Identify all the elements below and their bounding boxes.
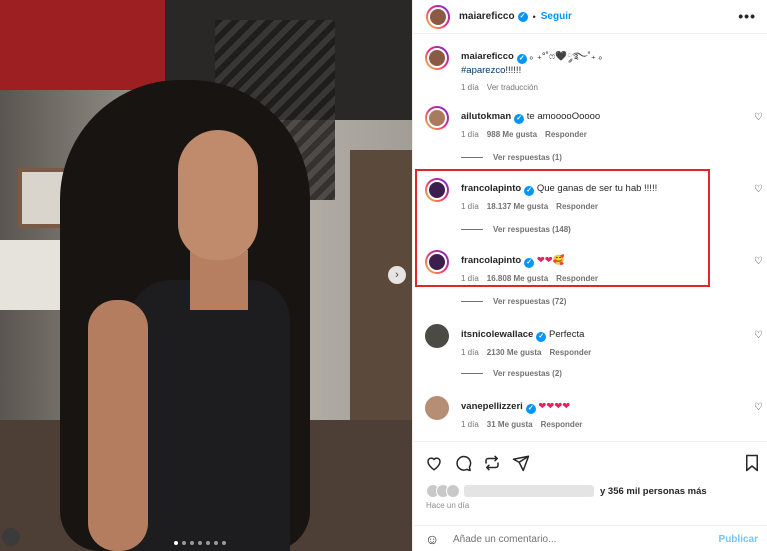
publish-button[interactable]: Publicar <box>719 534 758 545</box>
more-options-icon[interactable]: ••• <box>738 8 756 24</box>
comment-time: 1 día <box>461 348 479 357</box>
commenter-avatar[interactable] <box>425 324 449 348</box>
follow-button[interactable]: Seguir <box>541 11 572 22</box>
comment-like-heart-icon[interactable]: ♡ <box>754 256 763 267</box>
comment-icon[interactable] <box>454 454 472 472</box>
comment-text: ❤❤❤❤ <box>538 401 571 412</box>
heart-icon[interactable] <box>425 454 443 472</box>
carousel-dot <box>174 541 178 545</box>
view-replies-button[interactable]: Ver respuestas (2) <box>461 369 562 378</box>
black-top <box>130 280 290 551</box>
view-replies-button[interactable]: Ver respuestas (1) <box>461 153 562 162</box>
verified-badge-icon: ✓ <box>516 54 527 64</box>
carousel-dot <box>182 541 186 545</box>
author-username[interactable]: maiareficco <box>459 11 515 22</box>
author-avatar[interactable] <box>426 4 450 29</box>
commenter-username[interactable]: ailutokman <box>461 111 511 122</box>
carousel-dot <box>190 541 194 545</box>
commenter-username[interactable]: vanepellizzeri <box>461 401 523 412</box>
carousel-next-button[interactable]: › <box>388 266 406 284</box>
emoji-icon[interactable]: ☺ <box>425 531 445 547</box>
red-wall <box>0 0 165 90</box>
comment-input[interactable] <box>453 533 703 545</box>
commenter-avatar[interactable] <box>425 106 449 130</box>
post-actions: y 356 mil personas más Hace un día ☺ Pub… <box>413 441 767 551</box>
post-photo[interactable]: › <box>0 0 412 551</box>
separator-dot: • <box>532 11 536 22</box>
carousel-dot <box>198 541 202 545</box>
likes-summary[interactable]: y 356 mil personas más <box>426 484 707 498</box>
caption-time: 1 día <box>461 83 479 92</box>
reply-button[interactable]: Responder <box>545 130 587 139</box>
verified-badge-icon: ✓ <box>525 404 536 414</box>
comment-composer: ☺ Publicar <box>413 525 767 551</box>
commenter-avatar[interactable] <box>425 396 449 420</box>
comment-text: te amooooOoooo <box>526 111 601 122</box>
caption-avatar[interactable] <box>425 46 449 70</box>
verified-badge-icon: ✓ <box>536 332 547 342</box>
comment-time: 1 día <box>461 130 479 139</box>
hashtag-suffix: !!!!!! <box>505 65 522 76</box>
reply-button[interactable]: Responder <box>550 348 592 357</box>
send-icon[interactable] <box>512 454 530 472</box>
caption-username[interactable]: maiareficco <box>461 51 514 62</box>
caption-text: ｡ ₊°˚ෆ🖤༘࿐˚₊ ｡ <box>529 51 604 62</box>
comment-text: Perfecta <box>548 329 585 340</box>
carousel-dot <box>206 541 210 545</box>
verified-badge-icon: ✓ <box>517 11 528 22</box>
post-time: Hace un día <box>426 501 470 510</box>
comment-likes[interactable]: 2130 Me gusta <box>487 348 542 357</box>
comment-like-heart-icon[interactable]: ♡ <box>754 402 763 413</box>
post-side-panel: maiareficco ✓ • Seguir ••• maiareficco ✓ … <box>412 0 767 551</box>
translate-link[interactable]: Ver traducción <box>487 83 538 92</box>
liker-avatar <box>446 484 460 498</box>
highlight-box <box>415 169 710 287</box>
bookmark-icon[interactable] <box>744 454 760 472</box>
repost-icon[interactable] <box>483 454 501 472</box>
reply-button[interactable]: Responder <box>541 420 583 429</box>
face <box>178 130 258 260</box>
bookshelf <box>350 150 412 450</box>
comment-like-heart-icon[interactable]: ♡ <box>754 330 763 341</box>
comment-like-heart-icon[interactable]: ♡ <box>754 184 763 195</box>
verified-badge-icon: ✓ <box>514 114 525 124</box>
comment-like-heart-icon[interactable]: ♡ <box>754 112 763 123</box>
comment-likes[interactable]: 31 Me gusta <box>487 420 533 429</box>
post-header: maiareficco ✓ • Seguir ••• <box>413 0 767 34</box>
arm <box>88 300 148 551</box>
carousel-dots <box>174 541 226 545</box>
carousel-dot <box>214 541 218 545</box>
view-replies-button[interactable]: Ver respuestas (72) <box>461 297 566 306</box>
likes-text: y 356 mil personas más <box>600 485 707 497</box>
comment-likes[interactable]: 988 Me gusta <box>487 130 537 139</box>
commenter-username[interactable]: itsnicolewallace <box>461 329 533 340</box>
hashtag-link[interactable]: #aparezco <box>461 65 505 76</box>
tagged-user-icon[interactable] <box>2 528 20 546</box>
comment-time: 1 día <box>461 420 479 429</box>
blurred-liker-name <box>464 485 594 497</box>
comments-list[interactable]: maiareficco ✓ ｡ ₊°˚ෆ🖤༘࿐˚₊ ｡ #aparezco!!!!… <box>413 34 767 441</box>
carousel-dot <box>222 541 226 545</box>
